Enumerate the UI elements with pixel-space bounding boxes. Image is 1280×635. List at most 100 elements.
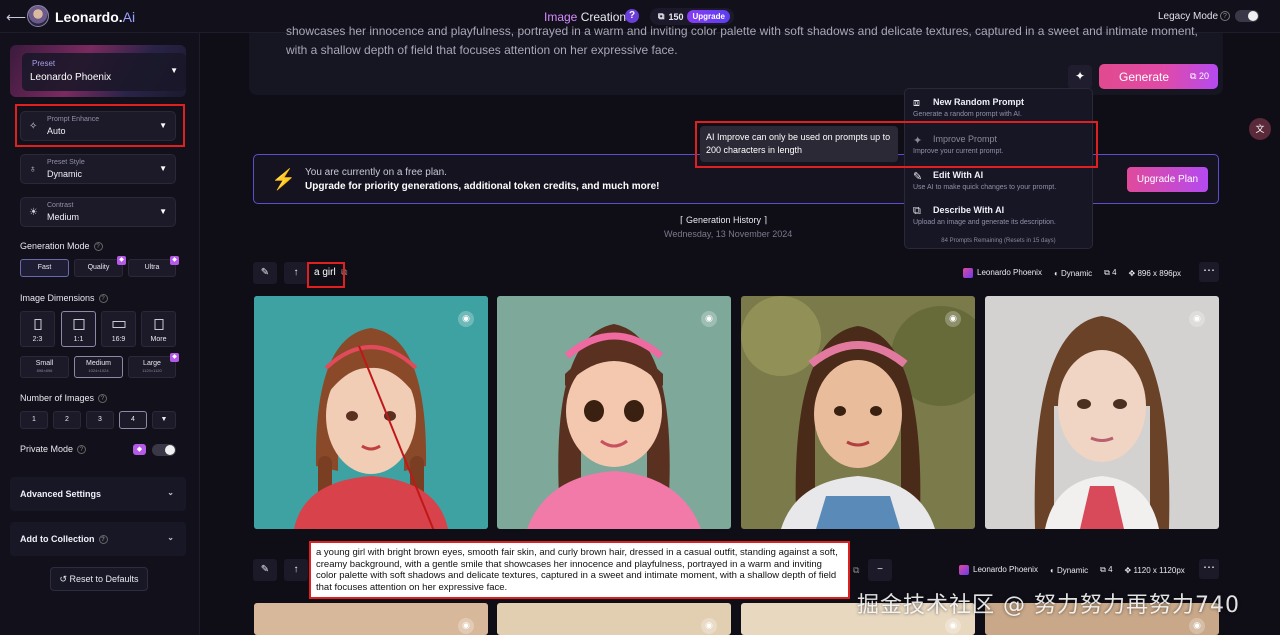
app-logo[interactable]: Leonardo.Ai xyxy=(55,9,135,25)
size-medium[interactable]: Medium 1024×1024 xyxy=(74,356,123,378)
size-large[interactable]: Large 1120×1120 ◆ xyxy=(128,353,179,378)
generated-image-3[interactable]: ◉ xyxy=(741,296,975,529)
square-ratio-icon xyxy=(73,319,84,330)
ratio-2-3[interactable]: 2:3 xyxy=(20,311,55,347)
eye-icon[interactable]: ◉ xyxy=(458,618,474,634)
ratio-label: 16:9 xyxy=(111,336,126,343)
eye-icon[interactable]: ◉ xyxy=(458,311,474,327)
contrast-select[interactable]: ☀ Contrast Medium ▼ xyxy=(20,197,176,227)
help-icon[interactable]: ? xyxy=(98,535,108,545)
generation-meta: Leonardo Phoenix ◐ Dynamic ⧉ 4 ✥ 896 x 8… xyxy=(963,268,1181,278)
generated-image-1[interactable]: ◉ xyxy=(254,296,488,529)
girl-photo-flower-crown xyxy=(741,296,975,529)
generate-button[interactable]: Generate ⧉ 20 xyxy=(1099,64,1218,89)
more-options-icon[interactable]: ⋯ xyxy=(1199,559,1219,579)
help-icon[interactable]: ? xyxy=(625,9,639,23)
advanced-settings-accordion[interactable]: Advanced Settings ⌄ xyxy=(10,477,186,511)
menu-item-desc: Improve your current prompt. xyxy=(913,148,1004,155)
size-small[interactable]: Small 896×896 xyxy=(20,356,69,378)
collapse-icon[interactable]: − xyxy=(868,559,892,581)
eye-icon[interactable]: ◉ xyxy=(1189,311,1205,327)
menu-item-title: Improve Prompt xyxy=(933,134,998,144)
eye-icon[interactable]: ◉ xyxy=(1189,618,1205,634)
portrait-ratio-icon xyxy=(34,319,41,330)
generated-image-5[interactable]: ◉ xyxy=(254,603,488,635)
generate-cost: ⧉ 20 xyxy=(1190,71,1209,81)
history-bracket-icon: ⌉ xyxy=(761,215,768,225)
mode-ultra-label: Ultra xyxy=(144,264,160,271)
upgrade-plan-button[interactable]: Upgrade Plan xyxy=(1127,167,1208,192)
magic-wand-icon[interactable]: ✦ xyxy=(1068,65,1092,89)
girl-3d-render-pink xyxy=(497,296,731,529)
preset-selector[interactable]: Preset Leonardo Phoenix ▼ xyxy=(10,45,186,97)
generation-mode-label: Generation Mode xyxy=(20,241,90,251)
premium-badge-icon: ◆ xyxy=(117,256,126,265)
copy-icon[interactable]: ⧉ xyxy=(341,267,347,278)
copy-icon[interactable]: ⧉ xyxy=(853,565,859,576)
palette-icon: ♁ xyxy=(29,164,37,175)
preset-style-select[interactable]: ♁ Preset Style Dynamic ▼ xyxy=(20,154,176,184)
help-icon[interactable]: ? xyxy=(98,394,108,404)
reuse-prompt-arrow-icon[interactable]: ↑ xyxy=(284,559,308,581)
reuse-prompt-arrow-icon[interactable]: ↑ xyxy=(284,262,308,284)
eye-icon[interactable]: ◉ xyxy=(945,618,961,634)
generation-prompt[interactable]: a girl xyxy=(314,267,336,278)
chevron-down-icon: ▼ xyxy=(159,164,167,173)
mode-ultra[interactable]: Ultra ◆ xyxy=(128,256,179,277)
logo-avatar[interactable] xyxy=(27,5,49,27)
images-count-3[interactable]: 3 xyxy=(86,411,114,429)
help-icon[interactable]: ? xyxy=(98,294,108,304)
magic-wand-icon[interactable]: ✎ xyxy=(253,262,277,284)
private-mode-toggle[interactable] xyxy=(152,444,176,456)
more-options-icon[interactable]: ⋯ xyxy=(1199,262,1219,282)
private-mode-title: Private Mode? xyxy=(20,444,87,455)
ratio-1-1[interactable]: 1:1 xyxy=(61,311,96,347)
images-count-more[interactable]: ▼ xyxy=(152,411,176,429)
model-logo-icon xyxy=(963,268,973,278)
app-name: Leonardo. xyxy=(55,9,123,25)
images-count-4[interactable]: 4 xyxy=(119,411,147,429)
eye-icon[interactable]: ◉ xyxy=(701,618,717,634)
chevron-down-icon: ⌄ xyxy=(167,488,174,497)
premium-badge-icon: ◆ xyxy=(170,256,179,265)
images-count-2[interactable]: 2 xyxy=(53,411,81,429)
generated-image-4[interactable]: ◉ xyxy=(985,296,1219,529)
generated-image-2[interactable]: ◉ xyxy=(497,296,731,529)
reset-defaults-button[interactable]: ↺ Reset to Defaults xyxy=(50,567,148,591)
help-icon[interactable]: ? xyxy=(77,445,87,455)
magic-wand-icon[interactable]: ✎ xyxy=(253,559,277,581)
menu-item-desc: Upload an image and generate its descrip… xyxy=(913,219,1056,226)
legacy-help-icon[interactable]: ? xyxy=(1220,11,1230,21)
improve-prompt-tooltip: AI Improve can only be used on prompts u… xyxy=(700,126,898,162)
mode-fast[interactable]: Fast xyxy=(20,259,69,277)
eye-icon[interactable]: ◉ xyxy=(701,311,717,327)
app-name-suffix: Ai xyxy=(122,9,136,25)
mode-quality[interactable]: Quality ◆ xyxy=(74,256,126,277)
images-count-1[interactable]: 1 xyxy=(20,411,48,429)
ratio-label: 1:1 xyxy=(73,336,84,343)
watermark: 掘金技术社区 @ 努力努力再努力740 xyxy=(857,593,1240,618)
generated-image-6[interactable]: ◉ xyxy=(497,603,731,635)
add-to-collection-accordion[interactable]: Add to Collection? ⌄ xyxy=(10,522,186,556)
landscape-ratio-icon xyxy=(112,321,125,328)
ratio-more[interactable]: More xyxy=(141,311,176,347)
back-arrow-icon[interactable]: ⟵ xyxy=(6,9,26,26)
prompt-enhance-label: Prompt Enhance xyxy=(47,116,100,123)
generate-cost-value: 20 xyxy=(1198,71,1209,81)
legacy-mode-toggle[interactable] xyxy=(1235,10,1259,22)
chevron-down-icon: ▼ xyxy=(159,207,167,216)
preset-value: Leonardo Phoenix xyxy=(30,72,112,83)
generation-row-header: ✎ ↑ a girl ⧉ Leonardo Phoenix ◐ Dynamic … xyxy=(253,262,1219,284)
number-of-images-label: Number of Images xyxy=(20,393,95,403)
eye-icon[interactable]: ◉ xyxy=(945,311,961,327)
ai-prompt-menu: ⧈ New Random Prompt Generate a random pr… xyxy=(904,88,1093,249)
prompt-enhance-select[interactable]: ✧ Prompt Enhance Auto ▼ xyxy=(20,111,176,141)
ratio-16-9[interactable]: 16:9 xyxy=(101,311,136,347)
generation-history-title: ⌈ Generation History ⌉ xyxy=(680,215,767,226)
help-icon[interactable]: ? xyxy=(93,242,103,252)
prompt-input[interactable]: showcases her innocence and playfulness,… xyxy=(286,22,1211,60)
translate-icon[interactable]: 文 xyxy=(1249,118,1271,140)
model-name: Leonardo Phoenix xyxy=(959,565,1038,575)
generation-history-label: Generation History xyxy=(686,215,762,225)
size-label: Medium xyxy=(86,360,111,367)
